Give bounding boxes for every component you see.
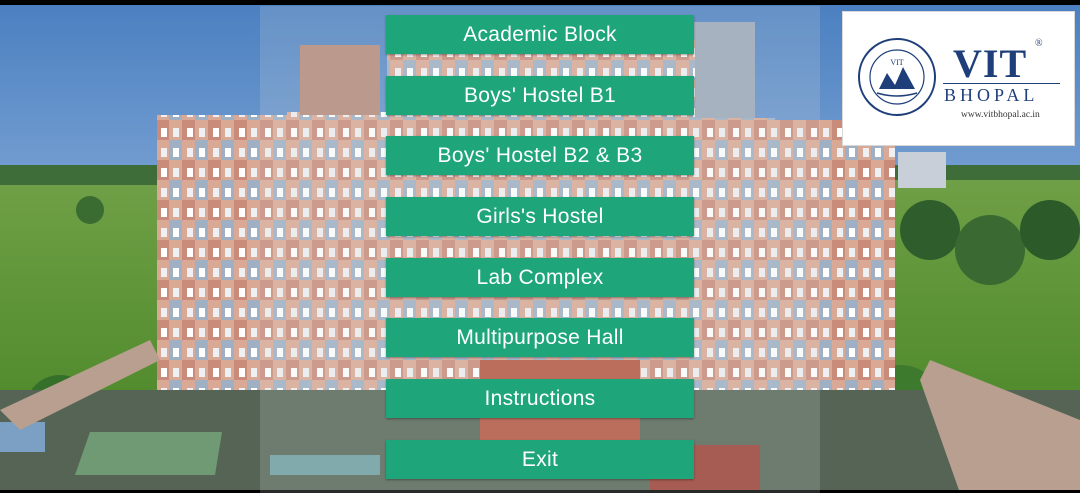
girls-hostel-button[interactable]: Girls's Hostel: [386, 197, 694, 236]
boys-hostel-b2-b3-button[interactable]: Boys' Hostel B2 & B3: [386, 136, 694, 175]
lab-complex-button[interactable]: Lab Complex: [386, 258, 694, 297]
vit-seal-icon: VIT: [858, 38, 936, 116]
academic-block-button[interactable]: Academic Block: [386, 15, 694, 54]
girls-hostel-button-label: Girls's Hostel: [476, 204, 604, 228]
exit-button-label: Exit: [521, 447, 559, 471]
instructions-button-label: Instructions: [484, 386, 596, 410]
logo-city-text: BHOPAL: [944, 85, 1039, 105]
registered-mark: ®: [1035, 38, 1043, 49]
exit-button[interactable]: Exit: [386, 440, 694, 479]
boys-hostel-b1-button-label: Boys' Hostel B1: [463, 83, 617, 107]
boys-hostel-b2-b3-button-label: Boys' Hostel B2 & B3: [437, 143, 643, 167]
logo-divider: [943, 83, 1060, 84]
academic-block-button-label: Academic Block: [463, 22, 617, 46]
lab-complex-button-label: Lab Complex: [476, 265, 604, 289]
logo-url-text: www.vitbhopal.ac.in: [961, 110, 1040, 120]
instructions-button[interactable]: Instructions: [386, 379, 694, 418]
seal-center-text: VIT: [890, 58, 903, 67]
vit-bhopal-logo: VIT VIT ® BHOPAL www.vitbhopal.ac.in: [842, 11, 1075, 146]
logo-vit-text: VIT: [953, 41, 1028, 86]
multipurpose-hall-button[interactable]: Multipurpose Hall: [386, 318, 694, 357]
boys-hostel-b1-button[interactable]: Boys' Hostel B1: [386, 76, 694, 115]
multipurpose-hall-button-label: Multipurpose Hall: [456, 325, 624, 349]
